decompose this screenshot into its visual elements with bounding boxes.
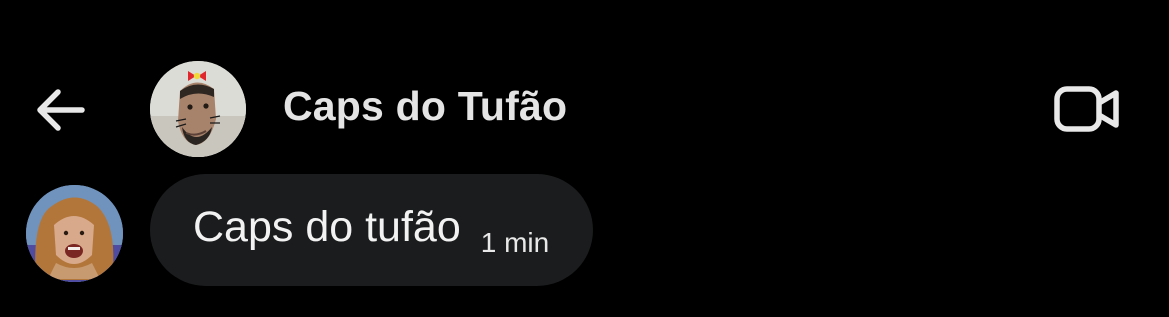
chat-header: Caps do Tufão (0, 55, 1169, 165)
message-timestamp: 1 min (480, 227, 550, 258)
sender-photo (26, 185, 123, 282)
message-row: Caps do tufão 1 min (0, 172, 1169, 288)
video-call-button[interactable] (1052, 83, 1122, 137)
contact-name[interactable]: Caps do Tufão (283, 83, 567, 130)
contact-avatar[interactable] (150, 61, 246, 157)
message-text: Caps do tufão (193, 202, 461, 251)
back-button[interactable] (30, 83, 90, 137)
message-bubble[interactable]: Caps do tufão 1 min (150, 174, 594, 286)
arrow-left-icon (37, 89, 85, 131)
sender-avatar[interactable] (26, 185, 123, 282)
contact-photo (150, 61, 246, 157)
video-camera-icon (1054, 86, 1119, 132)
